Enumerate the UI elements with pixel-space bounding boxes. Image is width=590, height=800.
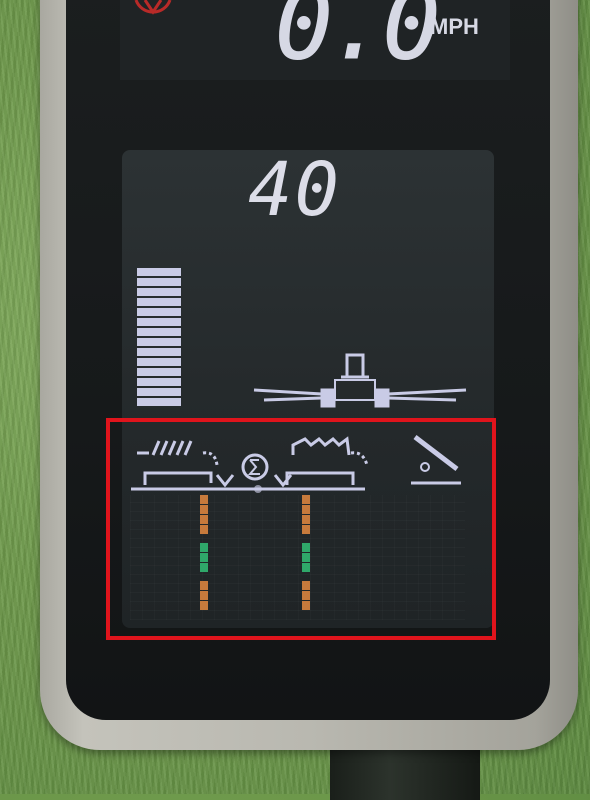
red-circle-warning-icon	[134, 0, 172, 15]
level-bar-segment	[137, 398, 181, 406]
level-bar-segment	[137, 288, 181, 296]
level-bar-segment	[137, 388, 181, 396]
level-bar-segment	[137, 298, 181, 306]
level-bar-segment	[137, 348, 181, 356]
level-bar-segment	[137, 278, 181, 286]
main-readout-value: 40	[248, 147, 342, 233]
level-bar-segment	[137, 308, 181, 316]
tractor-sprayer-boom-icon	[253, 353, 467, 408]
level-bar-segment	[137, 318, 181, 326]
level-bar-segment	[137, 358, 181, 366]
level-bar-segment	[137, 268, 181, 276]
level-bar-segment	[137, 378, 181, 386]
highlight-box	[106, 418, 496, 640]
ground-speed-value: 0.0	[275, 0, 441, 81]
level-bar-graph	[137, 268, 181, 406]
level-bar-segment	[137, 328, 181, 336]
level-bar-segment	[137, 368, 181, 376]
speed-unit-label: MPH	[430, 14, 479, 39]
level-bar-segment	[137, 338, 181, 346]
